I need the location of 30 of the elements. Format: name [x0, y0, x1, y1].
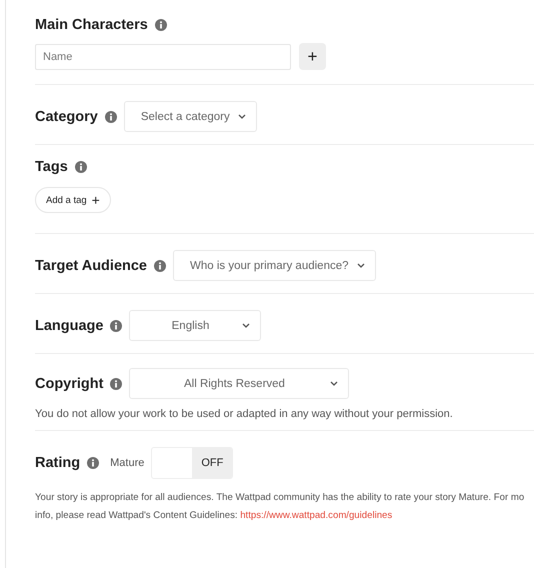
name-field[interactable]: Name	[35, 44, 291, 70]
dropdown[interactable]: Who is your primary audience?	[173, 250, 376, 281]
chevron-down-icon	[356, 263, 365, 268]
info-icon[interactable]	[154, 19, 167, 31]
info-icon[interactable]	[87, 457, 100, 469]
rating-note: Your story is appropriate for all audiences. The Wattpad community has the ability to rate your story Mature. For mo info, please read Wattpad's Content Guidelines: https://www.wattpad.com/guidelines	[35, 491, 526, 523]
section-title: Copyright	[35, 376, 104, 392]
info-icon[interactable]	[110, 320, 122, 332]
chevron-down-icon	[238, 114, 246, 119]
info-icon[interactable]	[110, 378, 122, 390]
info-icon[interactable]	[74, 161, 87, 173]
add-button[interactable]: +	[299, 43, 326, 70]
section-title: Rating	[35, 455, 80, 471]
copyright-note: You do not allow your work to be used or adapted in any way without your permission.	[35, 408, 454, 420]
chevron-down-icon	[242, 323, 250, 328]
add-tag-button[interactable]: Add a tag +	[35, 187, 111, 213]
chevron-down-icon	[330, 381, 338, 386]
section-title: Language	[35, 318, 104, 334]
dropdown[interactable]: English	[129, 310, 262, 341]
toggle-label: Mature	[110, 457, 144, 469]
dropdown[interactable]: Select a category	[124, 101, 257, 132]
toggle-switch[interactable]: OFF	[151, 447, 234, 479]
section-title: Tags	[35, 159, 68, 175]
section-title: Main Characters	[35, 17, 148, 33]
info-icon[interactable]	[104, 110, 117, 122]
dropdown[interactable]: All Rights Reserved	[129, 368, 350, 399]
guidelines-link[interactable]: https://www.wattpad.com/guidelines	[240, 510, 392, 521]
section-title: Category	[35, 108, 98, 124]
info-icon[interactable]	[154, 260, 166, 272]
section-title: Target Audience	[35, 258, 147, 274]
